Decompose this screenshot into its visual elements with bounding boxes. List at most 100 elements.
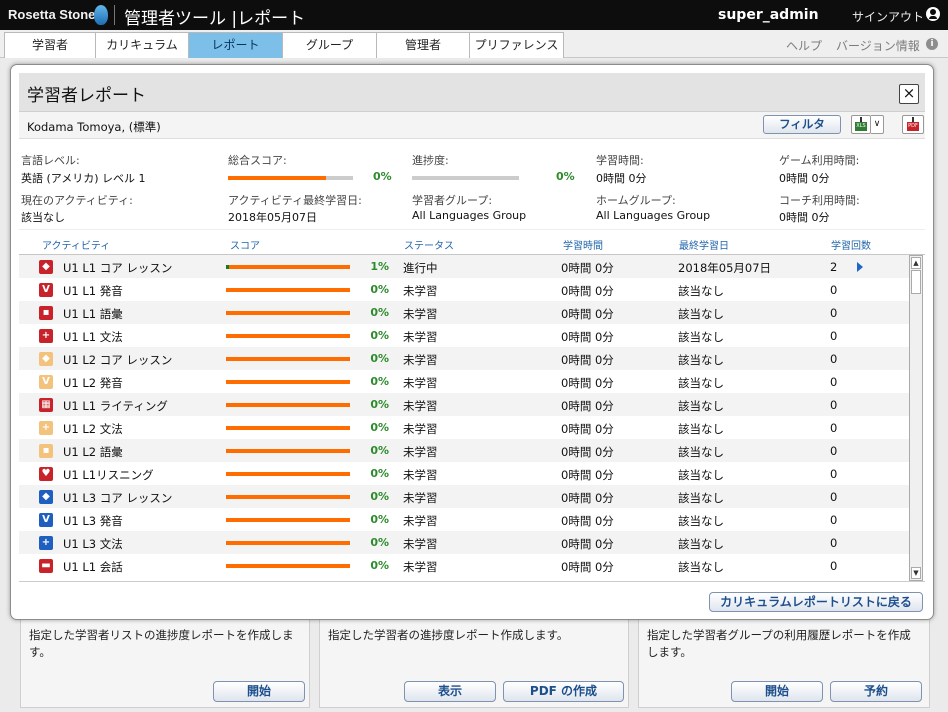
scroll-down-icon[interactable]: ▼ — [911, 567, 921, 579]
core-lesson-icon: ◆ — [39, 490, 53, 504]
table-row[interactable]: V U1 L2 発音 0% 未学習 0時間 0分 該当なし 0 — [19, 370, 909, 393]
last-date-value: 該当なし — [678, 491, 724, 505]
scroll-up-icon[interactable]: ▲ — [911, 257, 921, 269]
col-score[interactable]: スコア — [230, 237, 260, 252]
help-link[interactable]: ヘルプ — [786, 37, 822, 54]
tab-admins[interactable]: 管理者 — [376, 32, 470, 58]
total-score-value: 0% — [373, 170, 392, 183]
card-description: 指定した学習者の進捗度レポート作成します。 — [328, 628, 569, 642]
study-time-value: 0時間 0分 — [561, 284, 614, 298]
last-date-value: 該当なし — [678, 560, 724, 574]
learner-list-report-card: 指定した学習者リストの進捗度レポートを作成します。 開始 — [20, 612, 310, 708]
table-row[interactable]: ◆ U1 L1 コア レッスン 1% 進行中 0時間 0分 2018年05月07日 2 — [19, 255, 909, 278]
scroll-thumb[interactable] — [911, 270, 921, 294]
chevron-down-icon[interactable]: ∨ — [871, 115, 884, 134]
learner-group-label: 学習者グループ: — [412, 194, 493, 207]
tab-groups[interactable]: グループ — [282, 32, 377, 58]
count-value: 0 — [830, 352, 838, 366]
status-value: 未学習 — [403, 491, 438, 505]
col-activity[interactable]: アクティビティ — [42, 237, 110, 252]
activity-name: U1 L1 語彙 — [63, 307, 123, 321]
table-row[interactable]: + U1 L1 文法 0% 未学習 0時間 0分 該当なし 0 — [19, 324, 909, 347]
score-value: 0% — [370, 444, 389, 457]
filter-button[interactable]: フィルタ — [763, 115, 841, 134]
activity-name: U1 L2 発音 — [63, 376, 123, 390]
progress-value: 0% — [556, 170, 575, 183]
col-status[interactable]: ステータス — [404, 237, 454, 252]
study-time-value: 0時間 0分 — [561, 399, 614, 413]
total-score-bar — [228, 176, 353, 180]
view-button[interactable]: 表示 — [404, 681, 496, 702]
table-row[interactable]: V U1 L3 発音 0% 未学習 0時間 0分 該当なし 0 — [19, 508, 909, 531]
study-time-value: 0時間 0分 — [561, 376, 614, 390]
expand-arrow-icon[interactable] — [857, 262, 863, 272]
table-row[interactable]: + U1 L2 文法 0% 未学習 0時間 0分 該当なし 0 — [19, 416, 909, 439]
status-value: 未学習 — [403, 284, 438, 298]
count-value: 0 — [830, 329, 838, 343]
schedule-button[interactable]: 予約 — [830, 681, 922, 702]
pdf-label: PDF — [907, 122, 919, 131]
user-name: super_admin — [718, 7, 819, 23]
xls-download-icon[interactable]: XLS — [851, 115, 871, 134]
activity-name: U1 L1 発音 — [63, 284, 123, 298]
signout-link[interactable]: サインアウト — [852, 8, 924, 25]
activity-name: U1 L2 文法 — [63, 422, 123, 436]
status-value: 未学習 — [403, 514, 438, 528]
status-value: 未学習 — [403, 330, 438, 344]
status-value: 未学習 — [403, 376, 438, 390]
table-row[interactable]: ▦ U1 L1 ライティング 0% 未学習 0時間 0分 該当なし 0 — [19, 393, 909, 416]
back-to-curriculum-list-button[interactable]: カリキュラムレポートリストに戻る — [709, 592, 923, 612]
progress-bar — [412, 176, 519, 180]
current-activity-label: 現在のアクティビティ: — [21, 194, 133, 207]
table-row[interactable]: V U1 L1 発音 0% 未学習 0時間 0分 該当なし 0 — [19, 278, 909, 301]
study-time-value: 0時間 0分 — [561, 330, 614, 344]
close-button[interactable]: × — [899, 84, 919, 104]
activity-table-body: ◆ U1 L1 コア レッスン 1% 進行中 0時間 0分 2018年05月07日 2 V U1… — [19, 255, 909, 581]
status-value: 進行中 — [403, 261, 438, 275]
score-bar — [226, 265, 350, 269]
top-bar: Rosetta Stone 管理者ツール |レポート super_admin サ… — [0, 0, 948, 30]
last-date-value: 該当なし — [678, 330, 724, 344]
activity-name: U1 L1 コア レッスン — [63, 261, 173, 275]
tab-learners[interactable]: 学習者 — [4, 32, 96, 58]
activity-name: U1 L1 文法 — [63, 330, 123, 344]
table-row[interactable]: ♥ U1 L1リスニング 0% 未学習 0時間 0分 該当なし 0 — [19, 462, 909, 485]
last-date-value: 該当なし — [678, 353, 724, 367]
tab-reports[interactable]: レポート — [188, 32, 283, 58]
grammar-icon: + — [39, 421, 53, 435]
speaking-icon: ▬ — [39, 559, 53, 573]
header-divider — [114, 5, 115, 25]
dialog-header: 学習者レポート — [19, 73, 925, 112]
count-value: 0 — [830, 398, 838, 412]
activity-name: U1 L3 文法 — [63, 537, 123, 551]
score-value: 0% — [370, 559, 389, 572]
info-icon[interactable]: i — [926, 38, 938, 50]
start-button[interactable]: 開始 — [731, 681, 823, 702]
table-row[interactable]: ▬ U1 L1 会話 0% 未学習 0時間 0分 該当なし 0 — [19, 554, 909, 577]
study-time-value: 0時間 0分 — [561, 353, 614, 367]
learner-group-value: All Languages Group — [412, 209, 527, 222]
last-date-value: 該当なし — [678, 422, 724, 436]
user-icon[interactable] — [926, 7, 940, 21]
start-button[interactable]: 開始 — [213, 681, 305, 702]
table-row[interactable]: + U1 L3 文法 0% 未学習 0時間 0分 該当なし 0 — [19, 531, 909, 554]
score-bar — [226, 311, 350, 315]
last-activity-date-label: アクティビティ最終学習日: — [228, 194, 362, 207]
table-row[interactable]: ◆ U1 L3 コア レッスン 0% 未学習 0時間 0分 該当なし 0 — [19, 485, 909, 508]
create-pdf-button[interactable]: PDF の作成 — [503, 681, 624, 702]
col-count[interactable]: 学習回数 — [831, 237, 871, 252]
table-row[interactable]: ◆ U1 L2 コア レッスン 0% 未学習 0時間 0分 該当なし 0 — [19, 347, 909, 370]
table-scrollbar[interactable]: ▲ ▼ — [909, 255, 923, 581]
home-group-value: All Languages Group — [596, 209, 711, 222]
tab-curriculum[interactable]: カリキュラム — [95, 32, 189, 58]
table-row[interactable]: ▪ U1 L1 語彙 0% 未学習 0時間 0分 該当なし 0 — [19, 301, 909, 324]
listening-icon: ♥ — [39, 467, 53, 481]
col-study-time[interactable]: 学習時間 — [563, 237, 603, 252]
pdf-download-icon[interactable]: PDF — [902, 115, 924, 134]
card-description: 指定した学習者リストの進捗度レポートを作成します。 — [29, 628, 294, 659]
status-value: 未学習 — [403, 468, 438, 482]
version-info-link[interactable]: バージョン情報 — [836, 37, 920, 54]
tab-preferences[interactable]: プリファレンス — [469, 32, 564, 58]
table-row[interactable]: ▪ U1 L2 語彙 0% 未学習 0時間 0分 該当なし 0 — [19, 439, 909, 462]
col-last-date[interactable]: 最終学習日 — [679, 237, 729, 252]
